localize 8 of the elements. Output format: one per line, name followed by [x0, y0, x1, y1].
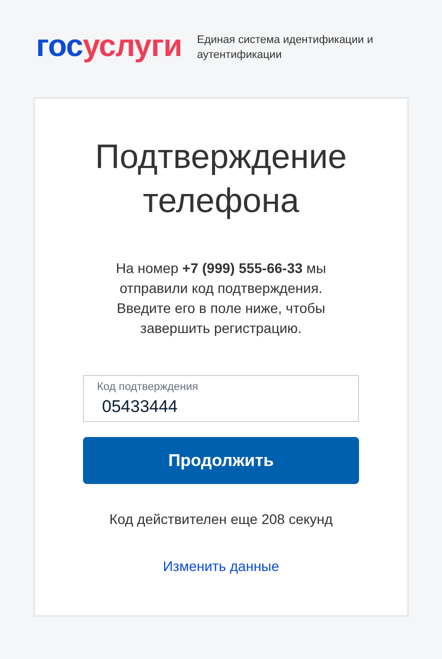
instruction-text: На номер +7 (999) 555-66-33 мы отправили код подтверждения. Введите его в поле ниже, чтобы завершить регистрацию.	[114, 259, 328, 338]
change-data-link[interactable]: Изменить данные	[162, 556, 280, 577]
field-label: Код подтверждения	[97, 381, 198, 394]
continue-button[interactable]: Продолжить	[83, 437, 359, 484]
page-title: Подтверждение телефона	[94, 137, 348, 222]
tagline: Единая система идентификации и аутентификации	[196, 33, 374, 63]
logo[interactable]: госуслуги	[36, 30, 182, 66]
timer-text: Код действителен еще 208 секунд	[109, 510, 333, 529]
